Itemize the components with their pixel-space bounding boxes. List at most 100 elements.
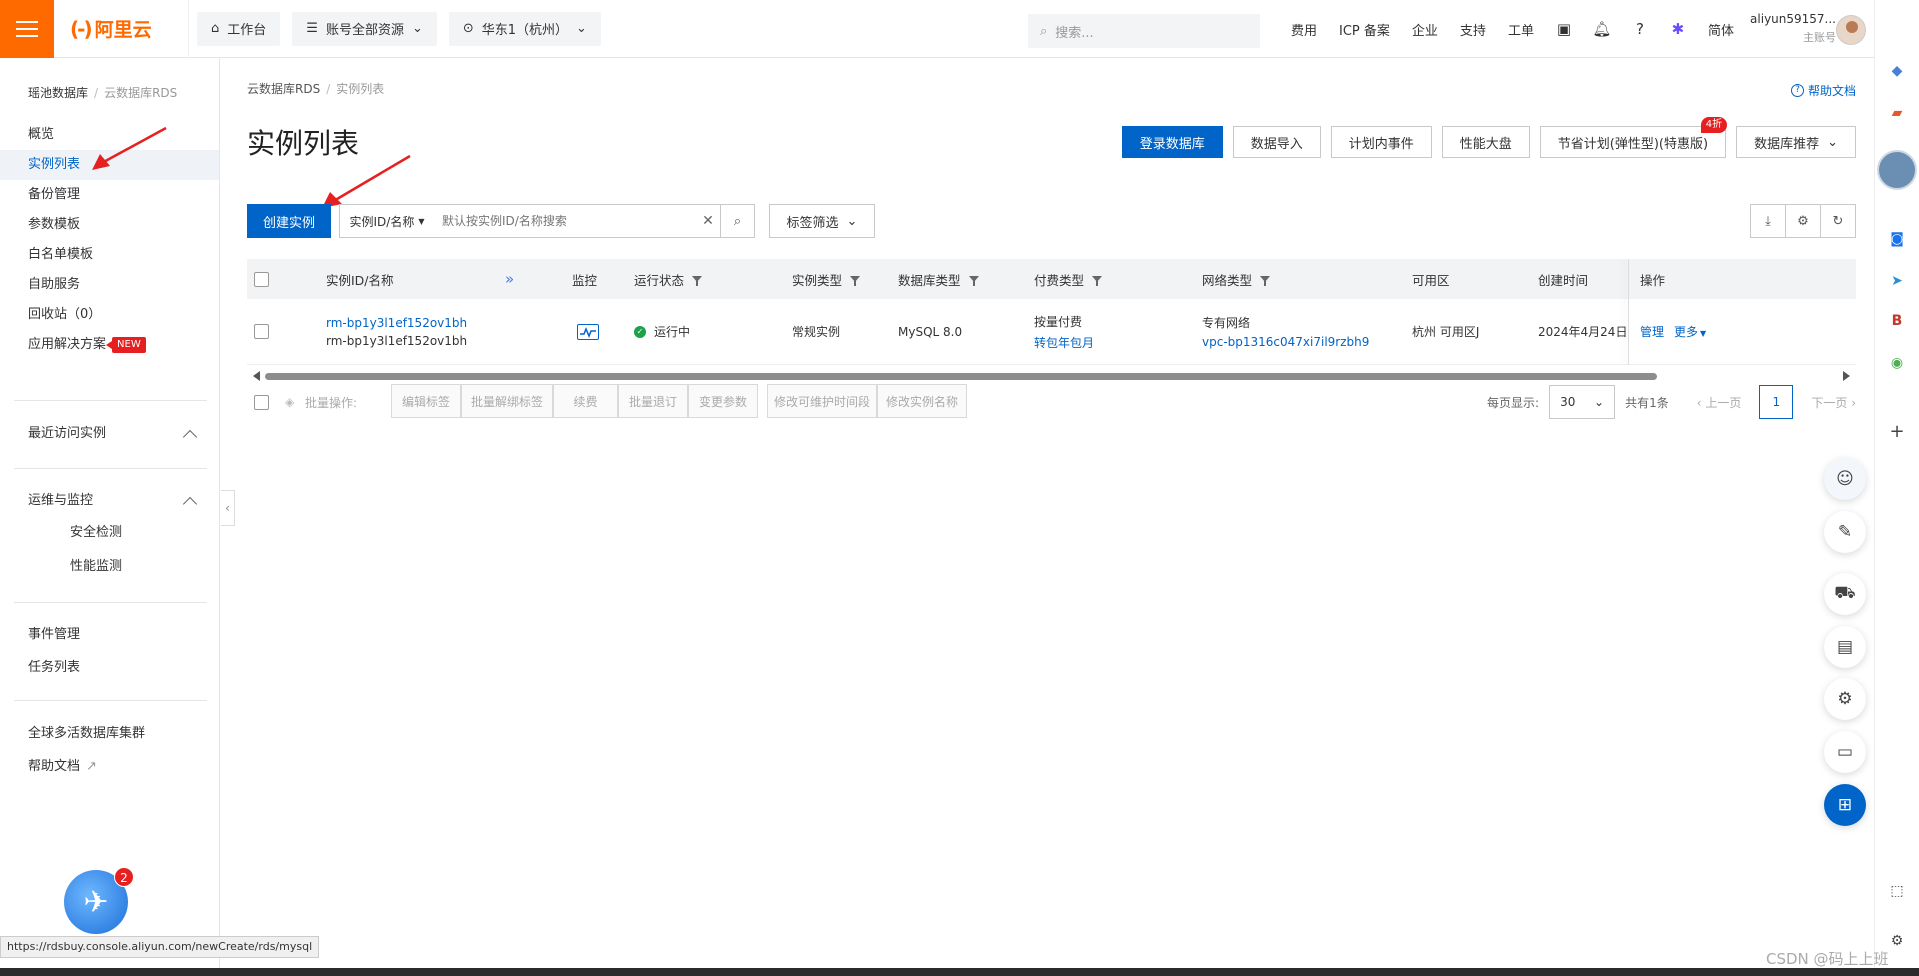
- create-instance-button[interactable]: 创建实例: [247, 204, 331, 238]
- horizontal-scrollbar[interactable]: [247, 370, 1856, 381]
- col-status[interactable]: 运行状态: [634, 259, 703, 299]
- batch-unsubscribe-button[interactable]: 批量退订: [618, 384, 688, 418]
- scroll-right-icon[interactable]: [1843, 371, 1850, 381]
- performance-dashboard-button[interactable]: 性能大盘: [1441, 126, 1530, 158]
- data-import-button[interactable]: 数据导入: [1232, 126, 1321, 158]
- page-size-select[interactable]: 30 ⌄: [1549, 385, 1616, 419]
- batch-maintenance-window-button[interactable]: 修改可维护时间段: [767, 384, 877, 418]
- select-all-checkbox[interactable]: [254, 259, 269, 299]
- next-page-button[interactable]: 下一页 ›: [1811, 394, 1856, 411]
- toolbox-icon[interactable]: ▰: [1886, 102, 1908, 124]
- chat-icon[interactable]: ▭: [1824, 731, 1866, 773]
- col-instance-type[interactable]: 实例类型: [792, 259, 861, 299]
- link-enterprise[interactable]: 企业: [1401, 20, 1449, 39]
- convert-subscription-link[interactable]: 转包年包月: [1034, 334, 1094, 351]
- sidebar-item-param-template[interactable]: 参数模板: [0, 210, 219, 240]
- login-db-button[interactable]: 登录数据库: [1121, 126, 1223, 158]
- sidebar-item-help[interactable]: 帮助文档 ↗: [0, 752, 219, 782]
- search-input[interactable]: [434, 205, 696, 237]
- prev-page-button[interactable]: ‹ 上一页: [1697, 394, 1742, 411]
- sidebar-section-ops[interactable]: 运维与监控: [0, 486, 219, 516]
- sidebar-item-performance[interactable]: 性能监测: [0, 552, 219, 582]
- sidebar-item-security-check[interactable]: 安全检测: [0, 518, 219, 548]
- savings-plan-button[interactable]: 节省计划(弹性型)(特惠版) 4折: [1539, 117, 1728, 158]
- monitor-icon[interactable]: [577, 299, 599, 364]
- apps-grid-icon[interactable]: ⊞: [1824, 784, 1866, 826]
- more-dropdown[interactable]: 更多 ▼: [1674, 323, 1706, 340]
- batch-edit-tag-button[interactable]: 编辑标签: [391, 384, 461, 418]
- db-recommend-dropdown[interactable]: 数据库推荐 ⌄: [1736, 126, 1856, 158]
- sidebar-item-solutions[interactable]: 应用解决方案 NEW: [0, 330, 219, 360]
- help-icon[interactable]: ?: [1621, 20, 1659, 38]
- sidebar-item-global-cluster[interactable]: 全球多活数据库集群: [0, 719, 219, 749]
- watermark: CSDN @码上上班: [1766, 950, 1889, 968]
- refresh-icon[interactable]: ↻: [1820, 204, 1856, 238]
- outlook-icon[interactable]: ◙: [1886, 228, 1908, 250]
- batch-change-params-button[interactable]: 变更参数: [688, 384, 758, 418]
- terminal-icon[interactable]: ▣: [1545, 20, 1583, 38]
- vpc-link[interactable]: vpc-bp1316c047xi7il9rzbh9: [1202, 335, 1369, 349]
- cart-icon[interactable]: ⛟: [1824, 573, 1866, 615]
- tag-filter-dropdown[interactable]: 标签筛选 ⌄: [769, 204, 875, 238]
- edit-icon[interactable]: ✎: [1824, 511, 1866, 553]
- screenshot-icon[interactable]: ⬚: [1886, 880, 1908, 902]
- ai-assistant-icon[interactable]: ✱: [1659, 20, 1697, 38]
- account-menu[interactable]: aliyun59157... 主账号: [1738, 12, 1836, 45]
- double-chevron-right-icon[interactable]: »: [505, 259, 514, 299]
- sidebar-item-backup[interactable]: 备份管理: [0, 180, 219, 210]
- aliyun-logo[interactable]: (-) 阿里云: [70, 15, 180, 42]
- settings-icon[interactable]: ⚙: [1824, 678, 1866, 720]
- row-checkbox[interactable]: [254, 299, 269, 364]
- resources-dropdown[interactable]: ☰ 账号全部资源 ⌄: [292, 11, 437, 46]
- link-support[interactable]: 支持: [1449, 20, 1497, 39]
- menu-icon[interactable]: [0, 0, 54, 58]
- scroll-thumb[interactable]: [265, 373, 1657, 380]
- batch-select-checkbox[interactable]: [254, 384, 269, 420]
- workbench-button[interactable]: ⌂ 工作台: [197, 11, 281, 46]
- link-fees[interactable]: 费用: [1280, 20, 1328, 39]
- sidebar-item-tasks[interactable]: 任务列表: [0, 653, 219, 683]
- crumb-root[interactable]: 瑶池数据库: [28, 86, 88, 100]
- link-ticket[interactable]: 工单: [1497, 20, 1545, 39]
- clear-icon[interactable]: ✕: [696, 213, 720, 229]
- tag-icon[interactable]: ◆: [1886, 60, 1908, 82]
- avatar[interactable]: [1836, 15, 1866, 45]
- sidebar-item-self-service[interactable]: 自助服务: [0, 270, 219, 300]
- api-icon[interactable]: ▤: [1824, 626, 1866, 668]
- search-field-select[interactable]: 实例ID/名称 ▼: [340, 205, 434, 237]
- global-search-input[interactable]: ⌕ 搜索...: [1028, 14, 1260, 48]
- search-button[interactable]: ⌕: [720, 205, 754, 237]
- profile-avatar-icon[interactable]: [1877, 150, 1917, 190]
- plus-icon[interactable]: +: [1886, 420, 1908, 442]
- send-icon[interactable]: ➤: [1886, 270, 1908, 292]
- help-doc-link[interactable]: ? 帮助文档: [1790, 82, 1856, 99]
- gear-icon[interactable]: ⚙: [1785, 204, 1821, 238]
- batch-untag-button[interactable]: 批量解绑标签: [461, 384, 553, 418]
- zone-cell: 杭州 可用区J: [1412, 325, 1480, 339]
- scroll-left-icon[interactable]: [253, 371, 260, 381]
- bell-icon[interactable]: 🔔︎: [1583, 20, 1621, 38]
- sidebar-item-events[interactable]: 事件管理: [0, 620, 219, 650]
- col-net-type[interactable]: 网络类型: [1202, 259, 1271, 299]
- col-pay-type[interactable]: 付费类型: [1034, 259, 1103, 299]
- discount-badge: 4折: [1700, 117, 1728, 133]
- download-icon[interactable]: ⤓: [1750, 204, 1786, 238]
- planned-events-button[interactable]: 计划内事件: [1330, 126, 1432, 158]
- link-icp[interactable]: ICP 备案: [1328, 20, 1401, 39]
- page-number[interactable]: 1: [1759, 385, 1794, 419]
- batch-renew-button[interactable]: 续费: [553, 384, 618, 418]
- sidebar-section-recent[interactable]: 最近访问实例: [0, 419, 219, 449]
- sidebar-item-whitelist[interactable]: 白名单模板: [0, 240, 219, 270]
- breadcrumb-root[interactable]: 云数据库RDS: [247, 82, 320, 96]
- gear-icon[interactable]: ⚙: [1886, 930, 1908, 952]
- app-icon[interactable]: B: [1886, 310, 1908, 332]
- manage-link[interactable]: 管理: [1640, 323, 1664, 340]
- check-circle-icon: ✓: [634, 325, 646, 338]
- instance-id-link[interactable]: rm-bp1y3l1ef152ov1bh: [326, 316, 467, 330]
- assistant-avatar-icon[interactable]: ☺: [1824, 458, 1866, 500]
- col-db-type[interactable]: 数据库类型: [898, 259, 979, 299]
- batch-rename-button[interactable]: 修改实例名称: [877, 384, 967, 418]
- sidebar-item-recycle[interactable]: 回收站（0）: [0, 300, 219, 330]
- web-icon[interactable]: ◉: [1886, 352, 1908, 374]
- region-dropdown[interactable]: ⊙ 华东1（杭州） ⌄: [448, 11, 601, 46]
